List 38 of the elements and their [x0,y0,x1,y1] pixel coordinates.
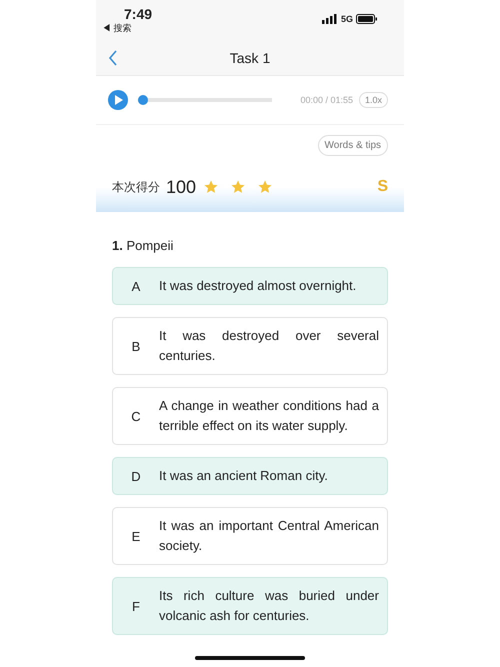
answer-option[interactable]: A It was destroyed almost overnight. [112,267,388,305]
option-text: Its rich culture was buried under volcanic ash for centuries. [159,587,379,625]
play-icon [115,95,123,105]
back-to-app-link[interactable]: ◀ 搜索 [102,22,132,34]
playback-time: 00:00 / 01:55 [300,95,353,105]
answer-option[interactable]: F Its rich culture was buried under volcanic ash for centuries. [112,577,388,635]
option-letter: C [130,408,142,424]
star-icon [231,180,246,194]
answer-option[interactable]: D It was an ancient Roman city. [112,457,388,495]
battery-icon [356,14,378,24]
progress-slider[interactable] [138,95,272,105]
answer-option[interactable]: C A change in weather conditions had a terrible effect on its water supply. [112,387,388,445]
answer-option[interactable]: B It was destroyed over several centuries. [112,317,388,375]
network-label: 5G [340,14,353,24]
option-letter: A [130,278,142,294]
grade-label: S [377,178,388,196]
option-text: It was destroyed over several centuries. [159,327,379,365]
speed-button[interactable]: 1.0x [358,92,388,108]
question-title: 1. Pompeii [111,237,174,253]
option-letter: F [131,598,141,614]
option-text: It was an important Central American society. [159,517,379,555]
star-icon [204,180,218,194]
answer-option[interactable]: E It was an important Central American society. [112,507,388,565]
page-title: Task 1 [230,50,270,66]
option-letter: E [130,528,142,544]
status-time: 7:49 [124,6,152,22]
option-text: It was an ancient Roman city. [159,467,329,485]
score-value: 100 [166,176,196,198]
back-icon [108,50,118,66]
score-label: 本次得分 [112,178,160,196]
words-tips-button[interactable]: Words & tips [318,135,388,156]
option-letter: B [130,338,142,354]
play-button[interactable] [108,90,128,110]
option-text: It was destroyed almost overnight. [159,277,358,295]
signal-icon [322,14,338,24]
option-text: A change in weather conditions had a terrible effect on its water supply. [159,397,379,435]
star-icon [258,180,272,194]
option-letter: D [130,468,142,484]
